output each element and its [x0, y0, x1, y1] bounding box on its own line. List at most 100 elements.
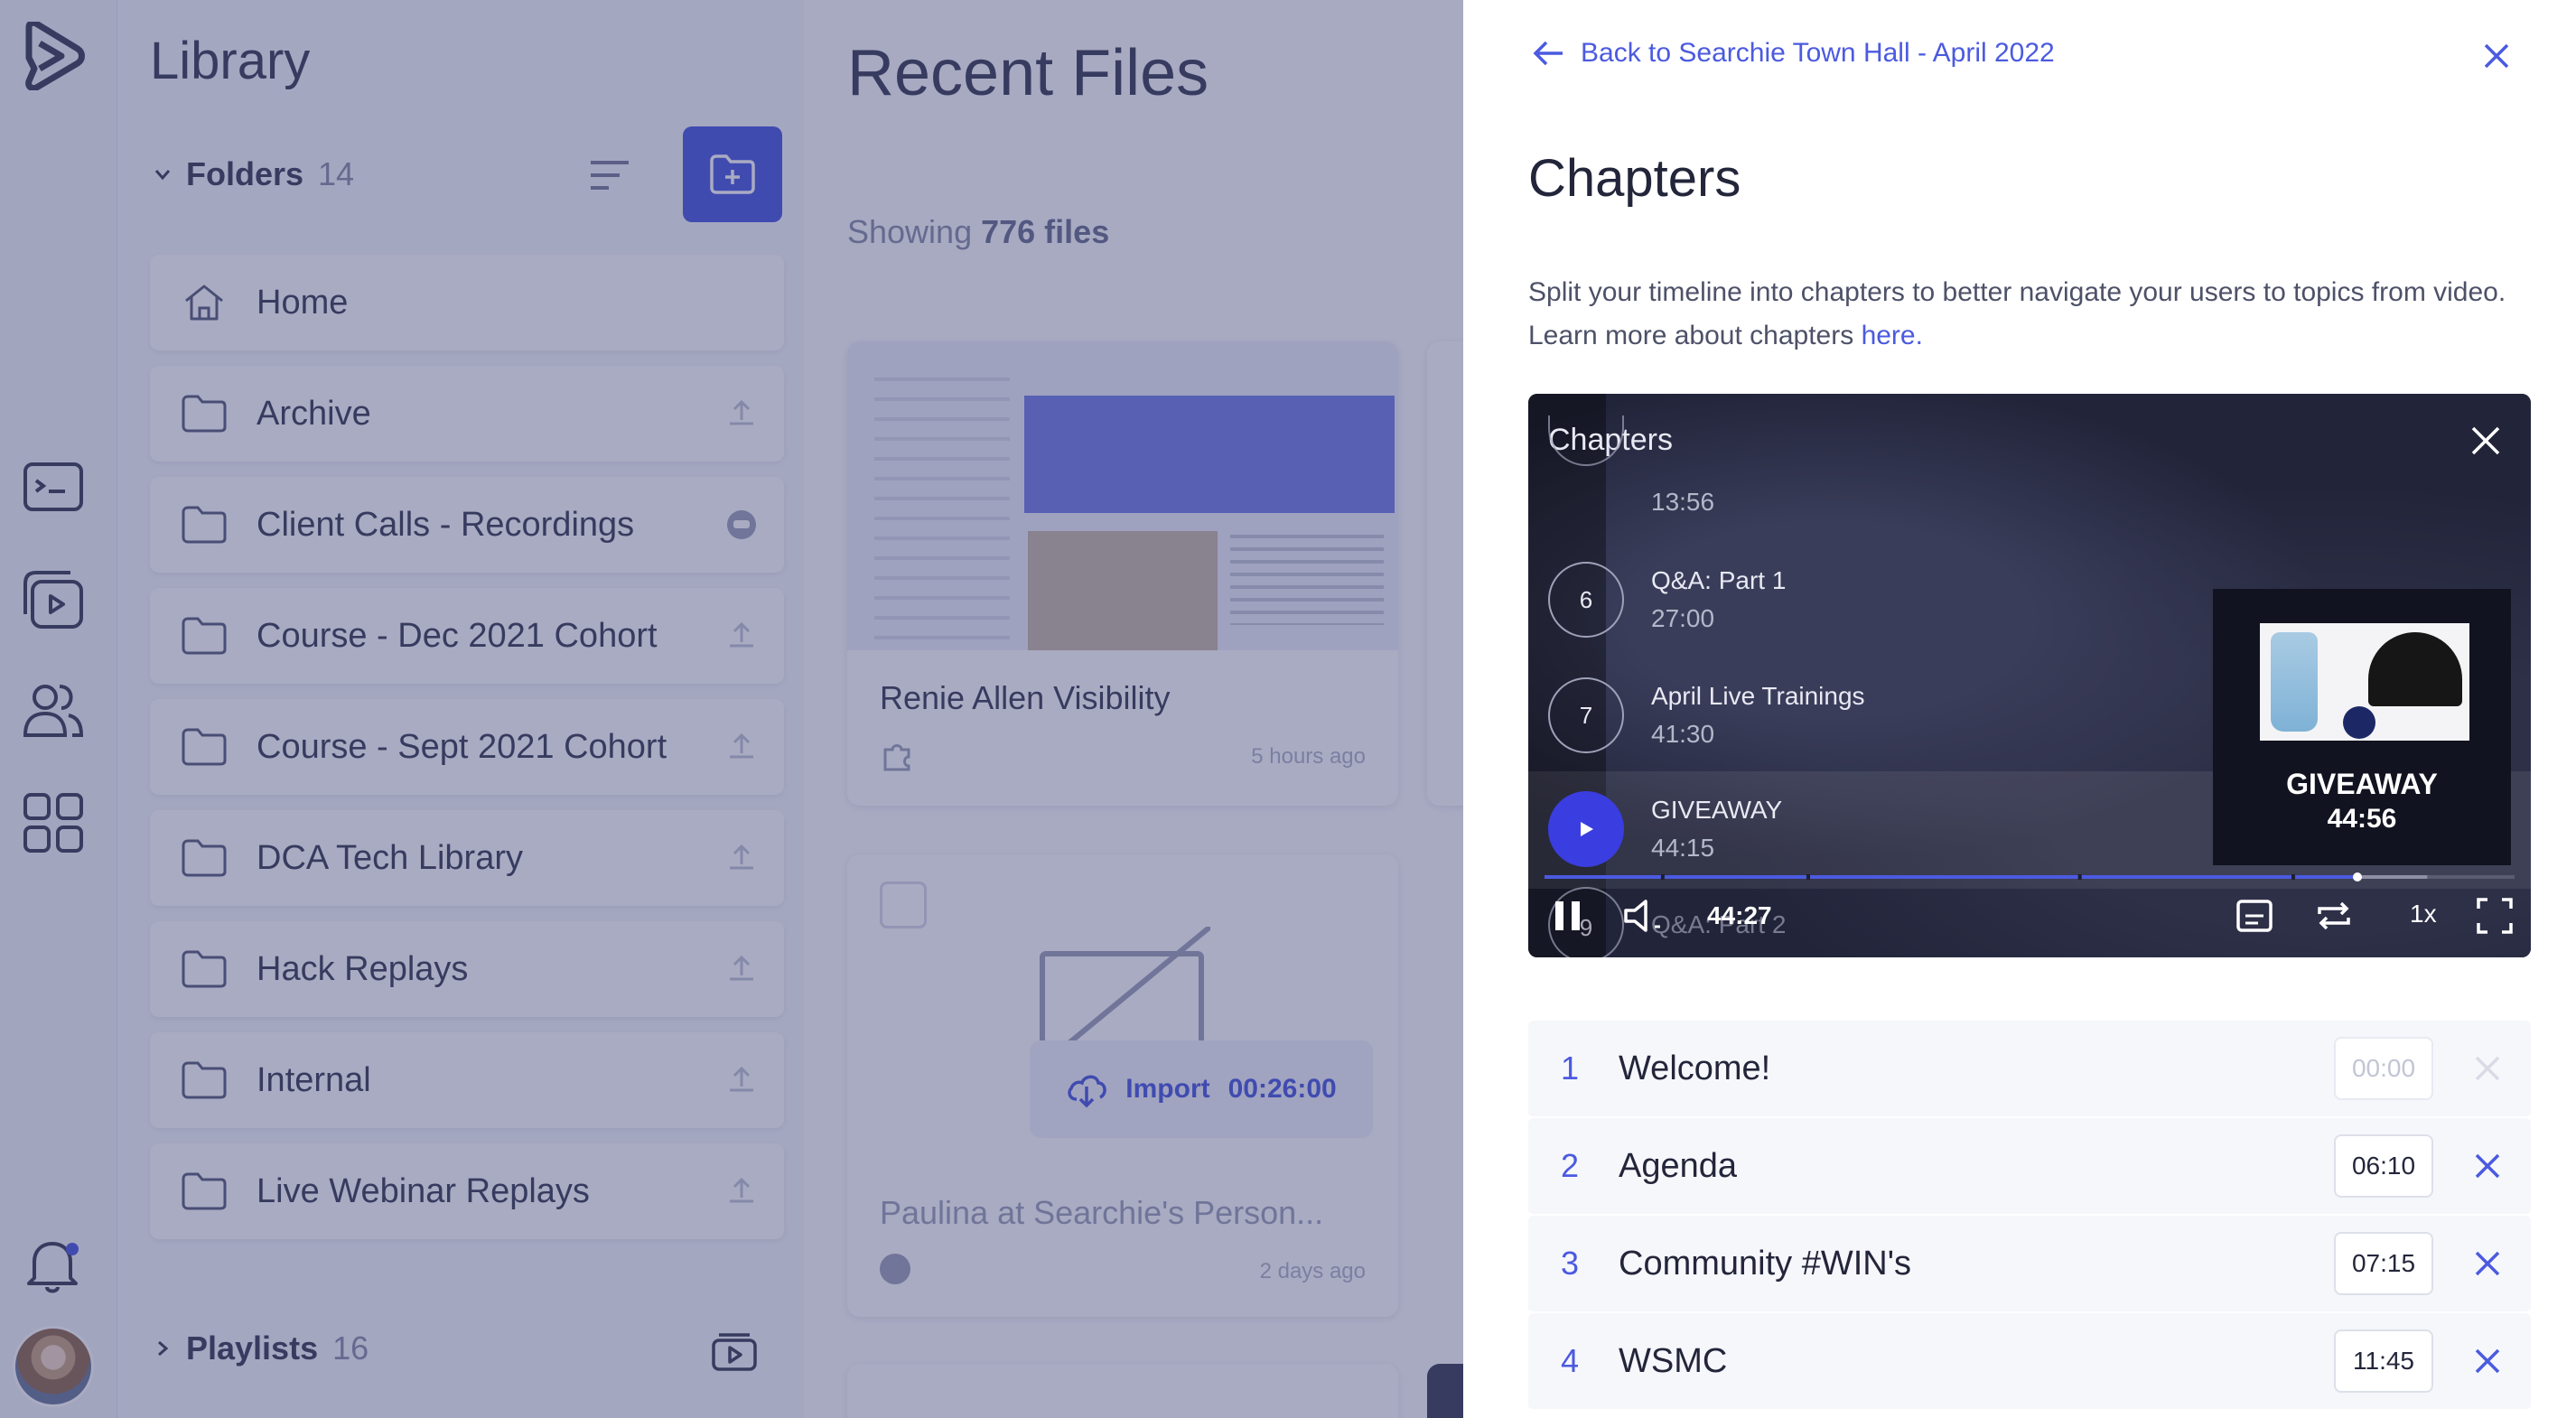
user-avatar[interactable]: [13, 1326, 94, 1407]
chapter-title-input[interactable]: Agenda: [1619, 1147, 2334, 1186]
chapter-title-input[interactable]: WSMC: [1619, 1342, 2334, 1381]
delete-chapter-icon[interactable]: [2469, 1343, 2506, 1379]
folder-label: Live Webinar Replays: [257, 1171, 590, 1210]
chapters-panel: Back to Searchie Town Hall - April 2022 …: [1463, 0, 2576, 1418]
upload-icon[interactable]: [724, 1063, 759, 1097]
upload-icon[interactable]: [724, 730, 759, 764]
recent-files-title: Recent Files: [847, 37, 1209, 109]
folder-icon: [182, 728, 227, 766]
folders-toggle[interactable]: Folders 14: [154, 155, 354, 193]
player-chapter-item-active[interactable]: GIVEAWAY 44:15: [1548, 791, 1782, 867]
player-chapter-item[interactable]: 7 April Live Trainings 41:30: [1548, 677, 1865, 753]
file-card-partial[interactable]: [1427, 1364, 1463, 1418]
folder-label: Home: [257, 283, 349, 322]
chapter-title-input[interactable]: Welcome!: [1619, 1050, 2334, 1088]
file-card[interactable]: [847, 1364, 1398, 1418]
users-icon[interactable]: [22, 679, 85, 742]
file-count: Showing 776 files: [847, 213, 1110, 250]
folder-item[interactable]: Course - Sept 2021 Cohort: [150, 699, 784, 795]
chapter-time-input[interactable]: 11:45: [2334, 1329, 2433, 1393]
progress-handle[interactable]: [2353, 872, 2363, 882]
upload-icon[interactable]: [724, 619, 759, 653]
file-thumbnail: [847, 341, 1398, 650]
delete-chapter-icon[interactable]: [2469, 1148, 2506, 1184]
upload-icon[interactable]: [724, 952, 759, 986]
progress-bar[interactable]: [1545, 872, 2515, 882]
folder-item[interactable]: DCA Tech Library: [150, 810, 784, 906]
cloud-download-icon: [1068, 1075, 1107, 1108]
folder-item[interactable]: Course - Dec 2021 Cohort: [150, 588, 784, 684]
fullscreen-icon[interactable]: [2475, 896, 2515, 936]
delete-chapter-icon[interactable]: [2469, 1245, 2506, 1282]
library-title: Library: [150, 32, 311, 90]
folder-item[interactable]: Archive: [150, 366, 784, 462]
file-card-title: Paulina at Searchie's Person...: [880, 1194, 1324, 1231]
file-card-title: Renie Allen Visibility: [880, 679, 1171, 716]
folder-icon: [182, 839, 227, 877]
chapter-index: 3: [1561, 1245, 1580, 1282]
volume-muted-icon[interactable]: [1622, 896, 1671, 936]
home-icon: [185, 285, 223, 321]
folder-label: DCA Tech Library: [257, 838, 523, 877]
folder-label: Client Calls - Recordings: [257, 505, 635, 544]
file-card[interactable]: Renie Allen Visibility 5 hours ago: [847, 341, 1398, 806]
player-controls: 44:27 1x: [1528, 896, 2531, 950]
chat-badge-icon: [880, 1254, 910, 1284]
chapter-title-input[interactable]: Community #WIN's: [1619, 1245, 2334, 1283]
sort-icon[interactable]: [587, 155, 632, 195]
file-card-time: 2 days ago: [1259, 1259, 1366, 1283]
chapter-row[interactable]: 2 Agenda 06:10: [1528, 1118, 2531, 1216]
upload-icon[interactable]: [724, 1174, 759, 1208]
loop-icon[interactable]: [2314, 896, 2354, 936]
captions-icon[interactable]: [2235, 896, 2274, 936]
playback-speed-button[interactable]: 1x: [2410, 900, 2437, 928]
chapter-index: 2: [1561, 1147, 1580, 1184]
playlists-toggle[interactable]: Playlists 16: [154, 1329, 369, 1367]
folder-item[interactable]: Internal: [150, 1032, 784, 1128]
upload-icon[interactable]: [724, 396, 759, 431]
arrow-left-icon: [1533, 41, 1563, 66]
player-chapter-item[interactable]: 6 Q&A: Part 1 27:00: [1548, 562, 1786, 638]
videos-icon[interactable]: [22, 569, 85, 632]
chevron-right-icon: [158, 1340, 169, 1357]
playlists-label: Playlists: [186, 1329, 319, 1367]
apps-icon[interactable]: [22, 791, 85, 854]
select-checkbox[interactable]: [880, 882, 927, 928]
folder-label: Archive: [257, 394, 371, 433]
current-time: 44:27: [1707, 901, 1772, 929]
file-card[interactable]: Import 00:26:00 Paulina at Searchie's Pe…: [847, 854, 1398, 1317]
close-chapters-icon[interactable]: [2468, 423, 2504, 459]
folder-icon: [182, 1061, 227, 1099]
folder-icon: [182, 506, 227, 544]
add-playlist-icon[interactable]: [710, 1328, 759, 1373]
chapter-row[interactable]: 1 Welcome! 00:00: [1528, 1021, 2531, 1118]
shared-badge-icon[interactable]: [724, 508, 759, 542]
chapter-time-input[interactable]: 07:15: [2334, 1232, 2433, 1295]
folder-icon: [182, 950, 227, 988]
pause-icon[interactable]: [1548, 896, 1588, 936]
chapter-marker: [2077, 874, 2082, 880]
chapter-index: 1: [1561, 1050, 1580, 1087]
folder-item[interactable]: Home: [150, 255, 784, 350]
media-icon[interactable]: [22, 455, 85, 518]
chapter-marker: [2291, 874, 2295, 880]
folder-item[interactable]: Client Calls - Recordings: [150, 477, 784, 573]
back-link[interactable]: Back to Searchie Town Hall - April 2022: [1532, 38, 2055, 69]
learn-more-link[interactable]: here.: [1862, 321, 1923, 350]
import-button[interactable]: Import 00:26:00: [1030, 1040, 1373, 1138]
folder-item[interactable]: Live Webinar Replays: [150, 1143, 784, 1239]
file-card-partial[interactable]: [1427, 341, 1463, 806]
play-icon[interactable]: [1548, 791, 1624, 867]
new-folder-button[interactable]: [683, 126, 782, 222]
upload-icon[interactable]: [724, 841, 759, 875]
chapter-row[interactable]: 4 WSMC 11:45: [1528, 1313, 2531, 1411]
video-player[interactable]: Chapters 13:56 6 Q&A: Part 1 27:00 7 Apri…: [1528, 394, 2531, 957]
chapter-time-input[interactable]: 06:10: [2334, 1134, 2433, 1198]
folder-item[interactable]: Hack Replays: [150, 921, 784, 1017]
notifications-bell-icon[interactable]: [22, 1233, 85, 1296]
app-logo-icon[interactable]: [22, 22, 85, 90]
close-icon[interactable]: [2478, 38, 2515, 74]
chapter-index: 4: [1561, 1342, 1580, 1379]
chevron-down-icon: [154, 170, 171, 181]
chapter-row[interactable]: 3 Community #WIN's 07:15: [1528, 1216, 2531, 1313]
